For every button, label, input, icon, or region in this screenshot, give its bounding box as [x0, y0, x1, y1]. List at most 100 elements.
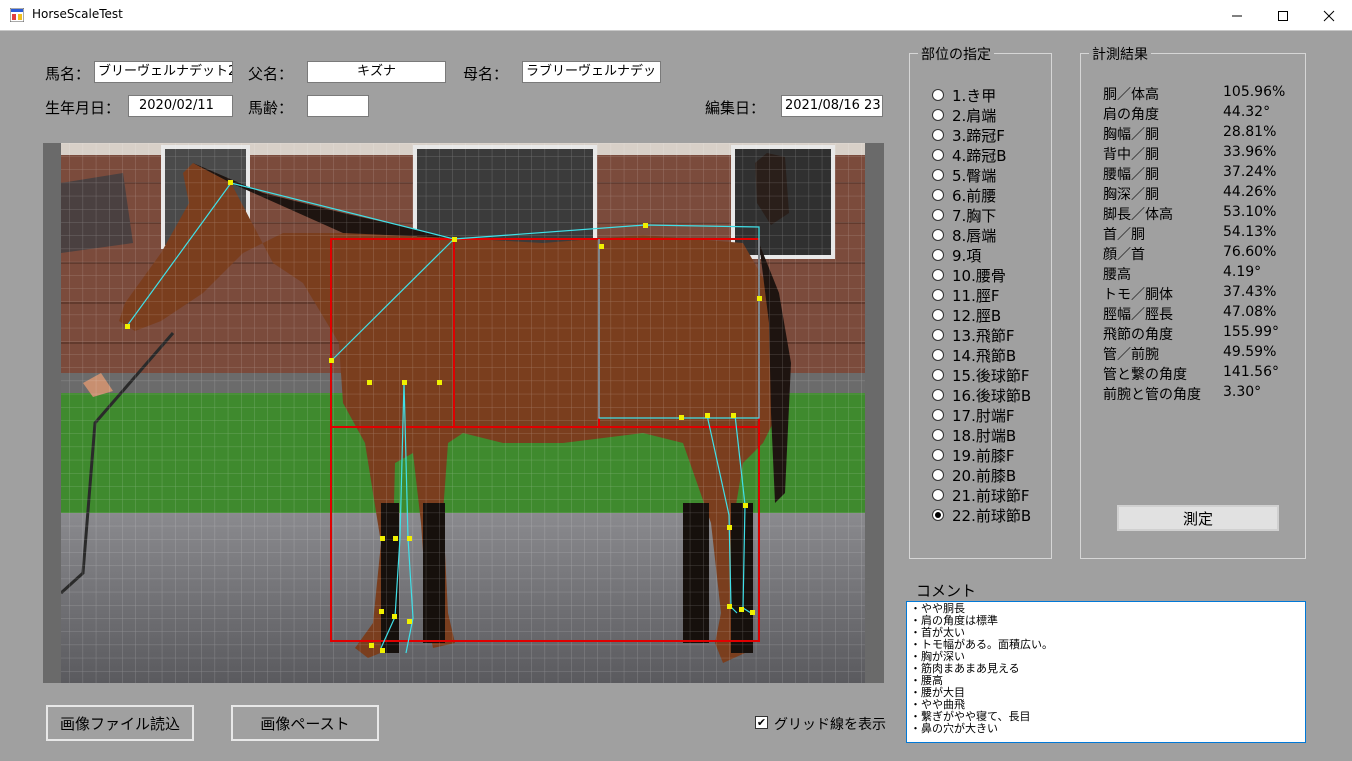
radio-icon[interactable] [932, 149, 944, 161]
part-radio-17[interactable]: 17.肘端F [932, 405, 1014, 425]
comment-line: ・トモ幅がある。面積広い。 [910, 638, 1053, 651]
radio-icon[interactable] [932, 389, 944, 401]
load-image-button[interactable]: 画像ファイル読込 [46, 705, 194, 741]
part-radio-8[interactable]: 8.唇端 [932, 225, 996, 245]
result-value: 54.13% [1223, 224, 1277, 240]
comment-line: ・鼻の穴が大きい [910, 722, 998, 735]
radio-icon[interactable] [932, 209, 944, 221]
part-radio-9[interactable]: 9.項 [932, 245, 981, 265]
result-label: 背中／胴 [1103, 147, 1159, 163]
radio-icon[interactable] [932, 469, 944, 481]
part-radio-label: 4.蹄冠B [952, 146, 1007, 165]
radio-icon[interactable] [932, 489, 944, 501]
part-radio-4[interactable]: 4.蹄冠B [932, 145, 1007, 165]
part-radio-label: 15.後球節F [952, 366, 1030, 385]
part-radio-5[interactable]: 5.臀端 [932, 165, 996, 185]
result-value: 49.59% [1223, 344, 1277, 360]
radio-icon[interactable] [932, 89, 944, 101]
grid-checkbox-label[interactable]: グリッド線を表示 [774, 714, 886, 734]
result-label: 前腕と管の角度 [1103, 387, 1201, 403]
radio-icon[interactable] [932, 449, 944, 461]
radio-icon[interactable] [932, 309, 944, 321]
part-radio-1[interactable]: 1.き甲 [932, 85, 996, 105]
part-radio-19[interactable]: 19.前膝F [932, 445, 1014, 465]
part-radio-label: 19.前膝F [952, 446, 1015, 465]
result-label: 脛幅／脛長 [1103, 307, 1173, 323]
part-radio-11[interactable]: 11.脛F [932, 285, 999, 305]
part-radio-7[interactable]: 7.胸下 [932, 205, 996, 225]
part-radio-label: 14.飛節B [952, 346, 1017, 365]
measure-button[interactable]: 測定 [1117, 505, 1279, 531]
result-label: 飛節の角度 [1103, 327, 1173, 343]
grid-checkbox[interactable]: ✔ [755, 716, 768, 729]
close-button[interactable] [1306, 0, 1352, 31]
part-radio-label: 5.臀端 [952, 166, 997, 185]
sire-input[interactable]: キズナ [307, 61, 446, 83]
part-radio-label: 16.後球節B [952, 386, 1032, 405]
radio-icon[interactable] [932, 189, 944, 201]
radio-icon[interactable] [932, 289, 944, 301]
result-label: トモ／胴体 [1103, 287, 1173, 303]
horse-photo [43, 143, 884, 683]
radio-icon[interactable] [932, 129, 944, 141]
radio-icon[interactable] [932, 229, 944, 241]
part-radio-6[interactable]: 6.前腰 [932, 185, 996, 205]
radio-icon[interactable] [932, 369, 944, 381]
comment-label: コメント [916, 582, 977, 600]
result-value: 33.96% [1223, 144, 1277, 160]
result-value: 141.56° [1223, 364, 1279, 380]
part-radio-18[interactable]: 18.肘端B [932, 425, 1016, 445]
radio-icon[interactable] [932, 249, 944, 261]
horse-name-input[interactable]: ブリーヴェルナデット20 [94, 61, 233, 83]
result-label: 胴／体高 [1103, 87, 1159, 103]
part-radio-21[interactable]: 21.前球節F [932, 485, 1029, 505]
part-radio-15[interactable]: 15.後球節F [932, 365, 1029, 385]
title-bar: HorseScaleTest [0, 0, 1352, 31]
maximize-button[interactable] [1260, 0, 1306, 31]
part-radio-label: 18.肘端B [952, 426, 1017, 445]
radio-icon[interactable] [932, 109, 944, 121]
radio-icon[interactable] [932, 409, 944, 421]
radio-icon[interactable] [932, 349, 944, 361]
maximize-icon [1278, 10, 1288, 21]
radio-icon[interactable] [932, 169, 944, 181]
part-radio-label: 21.前球節F [952, 486, 1030, 505]
check-icon: ✔ [756, 716, 767, 729]
part-radio-22[interactable]: 22.前球節B [932, 505, 1031, 525]
part-radio-20[interactable]: 20.前膝B [932, 465, 1016, 485]
comment-line: ・肩の角度は標準 [910, 614, 998, 627]
part-radio-label: 2.肩端 [952, 106, 997, 125]
edit-date-input[interactable]: 2021/08/16 23 [781, 95, 883, 117]
part-radio-label: 6.前腰 [952, 186, 997, 205]
part-radio-14[interactable]: 14.飛節B [932, 345, 1016, 365]
part-radio-label: 3.蹄冠F [952, 126, 1005, 145]
comment-textarea[interactable]: ・やや胴長 ・肩の角度は標準 ・首が太い ・トモ幅がある。面積広い。 ・胸が深い ・筋肉ま… [906, 601, 1306, 743]
result-label: 顔／首 [1103, 247, 1145, 263]
result-value: 155.99° [1223, 324, 1279, 340]
dam-input[interactable]: ラブリーヴェルナデット [522, 61, 661, 83]
birth-input[interactable]: 2020/02/11 [128, 95, 233, 117]
part-radio-10[interactable]: 10.腰骨 [932, 265, 1006, 285]
part-radio-13[interactable]: 13.飛節F [932, 325, 1014, 345]
radio-icon[interactable] [932, 509, 944, 521]
result-label: 肩の角度 [1103, 107, 1159, 123]
age-input[interactable] [307, 95, 369, 117]
part-radio-label: 8.唇端 [952, 226, 997, 245]
radio-icon[interactable] [932, 429, 944, 441]
edit-date-label: 編集日： [705, 99, 766, 117]
result-label: 胸深／胴 [1103, 187, 1159, 203]
part-radio-2[interactable]: 2.肩端 [932, 105, 996, 125]
part-radio-label: 1.き甲 [952, 86, 997, 105]
result-label: 胸幅／胴 [1103, 127, 1159, 143]
minimize-button[interactable] [1214, 0, 1260, 31]
part-radio-3[interactable]: 3.蹄冠F [932, 125, 1005, 145]
horse-photo-canvas[interactable] [43, 143, 884, 683]
age-label: 馬齢： [248, 99, 294, 117]
part-radio-12[interactable]: 12.脛B [932, 305, 1001, 325]
result-label: 管と繋の角度 [1103, 367, 1187, 383]
radio-icon[interactable] [932, 269, 944, 281]
part-radio-label: 10.腰骨 [952, 266, 1006, 285]
part-radio-16[interactable]: 16.後球節B [932, 385, 1031, 405]
radio-icon[interactable] [932, 329, 944, 341]
paste-image-button[interactable]: 画像ペースト [231, 705, 379, 741]
